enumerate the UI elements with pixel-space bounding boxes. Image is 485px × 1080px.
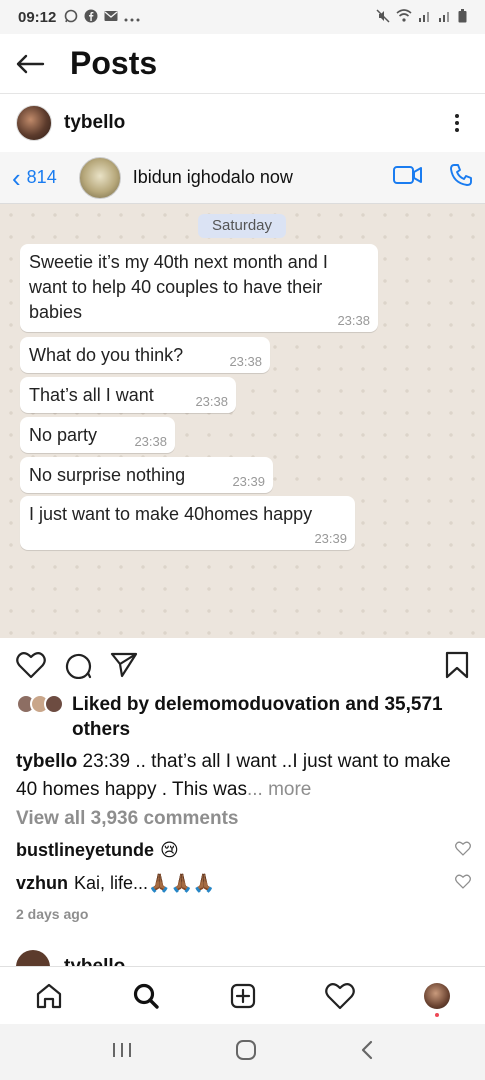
message-text: No surprise nothing — [29, 465, 186, 485]
next-post-avatar[interactable] — [16, 950, 50, 966]
notification-dot — [434, 1012, 439, 1017]
post-image[interactable]: ‹ 814 Ibidun ighodalo now Saturday Sweet… — [0, 152, 485, 638]
chat-actions — [393, 163, 473, 192]
new-post-icon[interactable] — [218, 971, 268, 1021]
bottom-nav — [0, 966, 485, 1024]
recent-apps-icon[interactable] — [111, 1041, 133, 1064]
bookmark-icon[interactable] — [445, 651, 469, 684]
chat-message: I just want to make 40homes happy 23:39 — [20, 496, 355, 550]
message-time: 23:38 — [229, 354, 262, 369]
system-nav-bar — [0, 1024, 485, 1080]
chat-message: What do you think? 23:38 — [20, 337, 270, 373]
caption-more-link[interactable]: ... more — [247, 779, 311, 800]
home-icon[interactable] — [24, 971, 74, 1021]
page-title: Posts — [70, 45, 158, 81]
likes-count[interactable]: Liked by delemomoduovation and 35,571 ot… — [72, 692, 476, 742]
chat-body: Saturday Sweetie it’s my 40th next month… — [0, 204, 485, 638]
chat-date-label: Saturday — [198, 214, 286, 238]
comment-row: vzhun Kai, life...🙏🏾🙏🏾🙏🏾 — [16, 873, 471, 894]
phone-icon — [449, 163, 473, 192]
comment-username[interactable]: vzhun — [16, 873, 68, 894]
status-icons — [376, 8, 467, 26]
comment-text: Kai, life...🙏🏾🙏🏾🙏🏾 — [74, 873, 216, 893]
message-text: Sweetie it’s my 40th next month and I wa… — [29, 252, 328, 322]
liker-avatar — [44, 694, 64, 714]
comment-icon[interactable] — [64, 651, 92, 684]
more-icon — [124, 10, 140, 25]
message-time: 23:39 — [232, 474, 265, 489]
post-options-icon[interactable] — [445, 114, 469, 132]
author-username[interactable]: tybello — [64, 112, 125, 134]
chat-header: ‹ 814 Ibidun ighodalo now — [0, 152, 485, 204]
search-icon[interactable] — [121, 971, 171, 1021]
post-author-row: tybello — [0, 94, 485, 152]
back-arrow-icon[interactable] — [0, 34, 60, 94]
comment-like-icon[interactable] — [455, 873, 471, 894]
home-button-icon[interactable] — [235, 1039, 257, 1066]
next-post-username[interactable]: tybello — [64, 956, 125, 966]
video-call-icon — [393, 165, 423, 190]
chat-message: That’s all I want 23:38 — [20, 377, 236, 413]
caption-text: 23:39 .. that’s all I want ..I just want… — [16, 751, 451, 800]
whatsapp-icon — [64, 9, 78, 26]
post-caption: tybello 23:39 .. that’s all I want ..I j… — [16, 748, 456, 804]
message-time: 23:38 — [195, 394, 228, 409]
message-time: 23:38 — [134, 434, 167, 449]
liker-avatars — [16, 694, 64, 714]
signal-icon — [418, 10, 432, 25]
status-bar: 09:12 — [0, 0, 485, 34]
comment-text: 😢 — [160, 840, 179, 860]
activity-heart-icon[interactable] — [315, 971, 365, 1021]
app-header: Posts — [0, 34, 485, 94]
next-post-header: tybello — [16, 950, 466, 966]
message-text: I just want to make 40homes happy — [29, 504, 313, 524]
caption-username[interactable]: tybello — [16, 751, 77, 772]
likes-row[interactable]: Liked by delemomoduovation and 35,571 ot… — [16, 692, 476, 742]
post-actions — [0, 645, 485, 689]
post-timestamp: 2 days ago — [16, 906, 89, 922]
message-text: What do you think? — [29, 345, 184, 365]
chat-contact-avatar — [78, 156, 121, 199]
chat-contact-name: Ibidun ighodalo now — [132, 167, 293, 187]
battery-icon — [458, 8, 467, 26]
profile-avatar — [423, 982, 450, 1009]
comment-row: bustlineyetunde 😢 — [16, 840, 471, 861]
status-time: 09:12 — [18, 8, 57, 26]
chat-message: No party 23:38 — [20, 417, 175, 453]
comment-like-icon[interactable] — [455, 840, 471, 861]
profile-tab[interactable] — [412, 971, 462, 1021]
system-back-icon[interactable] — [360, 1040, 374, 1065]
like-heart-icon[interactable] — [16, 651, 46, 684]
chat-back: ‹ 814 — [12, 165, 57, 191]
chat-message: Sweetie it’s my 40th next month and I wa… — [20, 244, 378, 332]
chat-message: No surprise nothing 23:39 — [20, 457, 273, 493]
facebook-icon — [84, 9, 98, 26]
view-all-comments-link[interactable]: View all 3,936 comments — [16, 808, 239, 830]
email-icon — [104, 10, 118, 25]
author-avatar[interactable] — [16, 105, 52, 141]
comment-username[interactable]: bustlineyetunde — [16, 840, 154, 861]
chevron-left-icon: ‹ — [12, 162, 21, 193]
message-time: 23:39 — [314, 531, 347, 546]
signal-icon — [438, 10, 452, 25]
mute-icon — [376, 8, 390, 26]
message-time: 23:38 — [337, 313, 370, 328]
wifi-icon — [396, 9, 412, 25]
share-icon[interactable] — [110, 652, 138, 683]
chat-back-count: 814 — [26, 167, 57, 187]
